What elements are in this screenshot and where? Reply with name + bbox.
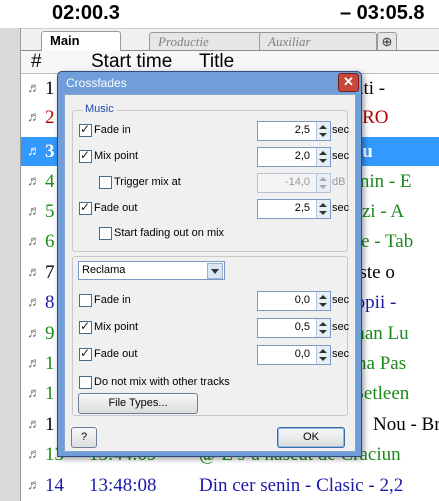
trigger-mix-unit: dB: [332, 176, 346, 188]
music-mix-point-value: 2,0: [294, 150, 310, 162]
category-mix-point-stepper[interactable]: 0,5: [257, 318, 331, 338]
row-number: 1: [45, 78, 55, 99]
music-note-icon: ♬: [27, 417, 41, 432]
category-fade-in-stepper[interactable]: 0,0: [257, 291, 331, 311]
category-fade-out-value: 0,0: [294, 348, 310, 360]
category-fade-out-stepper[interactable]: 0,0: [257, 345, 331, 365]
music-fade-out-stepper[interactable]: 2,5: [257, 199, 331, 219]
music-note-icon: ♬: [27, 356, 41, 371]
trigger-mix-value: -14,0: [284, 176, 310, 188]
left-strip: [0, 28, 21, 501]
tab-productie[interactable]: Productie: [149, 32, 267, 50]
music-group: Music Fade in 2,5 sec Mix point 2,0 sec …: [72, 103, 350, 252]
tab-main[interactable]: Main: [41, 31, 121, 51]
category-mix-point-unit: sec: [332, 321, 350, 333]
music-note-icon: ♬: [27, 144, 41, 159]
music-fade-in-stepper[interactable]: 2,5: [257, 121, 331, 141]
row-number: 4: [45, 171, 55, 192]
elapsed-time: 02:00.3: [52, 2, 120, 24]
trigger-mix-label: Trigger mix at: [114, 176, 181, 188]
row-number: 6: [45, 231, 55, 252]
time-bar: 02:00.3 – 03:05.8: [0, 0, 439, 29]
row-title: Nou - Br: [373, 414, 439, 435]
trigger-mix-stepper[interactable]: -14,0: [257, 173, 331, 193]
row-number: 9: [45, 323, 55, 344]
tab-bar: Main Productie Auxiliar ⊕: [21, 30, 439, 51]
music-fade-in-value: 2,5: [294, 124, 310, 136]
music-mix-point-stepper[interactable]: 2,0: [257, 147, 331, 167]
col-header-title[interactable]: Title: [199, 51, 234, 73]
category-mix-point-value: 0,5: [294, 321, 310, 333]
row-number: 1: [45, 383, 55, 404]
music-note-icon: ♬: [27, 447, 41, 462]
row-number: 1: [45, 353, 55, 374]
music-group-label: Music: [83, 103, 116, 115]
music-mix-point-checkbox[interactable]: [79, 148, 92, 163]
remaining-time: – 03:05.8: [340, 2, 425, 24]
music-fade-out-value: 2,5: [294, 202, 310, 214]
tab-auxiliar[interactable]: Auxiliar: [259, 32, 377, 50]
music-fade-in-label: Fade in: [94, 124, 131, 136]
chevron-down-icon[interactable]: [207, 263, 223, 279]
table-row[interactable]: ♬ 14 13:48:08 Din cer senin - Clasic - 2,2: [21, 471, 439, 500]
row-number: 3: [45, 141, 55, 162]
music-note-icon: ♬: [27, 81, 41, 96]
category-fade-out-checkbox[interactable]: [79, 346, 92, 361]
trigger-mix-checkbox[interactable]: [99, 176, 112, 189]
music-fade-out-label: Fade out: [94, 202, 138, 214]
music-note-icon: ♬: [27, 204, 41, 219]
no-mix-checkbox[interactable]: [79, 376, 92, 389]
help-button[interactable]: ?: [71, 427, 97, 448]
music-mix-point-label: Mix point: [94, 150, 139, 162]
category-fade-out-label: Fade out: [94, 348, 138, 360]
music-note-icon: ♬: [27, 234, 41, 249]
music-note-icon: ♬: [27, 174, 41, 189]
category-fade-out-unit: sec: [332, 348, 350, 360]
row-start-time: 13:48:08: [89, 475, 157, 496]
category-mix-point-label: Mix point: [94, 321, 139, 333]
music-fade-out-checkbox[interactable]: [79, 200, 92, 215]
row-number: 2: [45, 107, 55, 128]
category-group: Reclama Fade in 0,0 sec Mix point 0,5 se…: [72, 256, 350, 416]
music-fade-in-checkbox[interactable]: [79, 122, 92, 137]
category-fade-in-checkbox[interactable]: [79, 294, 92, 307]
row-number: 7: [45, 262, 55, 283]
music-fade-in-unit: sec: [332, 124, 350, 136]
category-mix-point-checkbox[interactable]: [79, 319, 92, 334]
music-mix-point-unit: sec: [332, 150, 350, 162]
music-note-icon: ♬: [27, 295, 41, 310]
row-number: 14: [45, 475, 64, 496]
category-fade-in-label: Fade in: [94, 294, 131, 306]
start-fading-label: Start fading out on mix: [114, 227, 225, 239]
file-types-button[interactable]: File Types...: [78, 393, 198, 414]
crossfades-dialog: Crossfades ✕ Music Fade in 2,5 sec Mix p…: [57, 71, 362, 457]
col-header-start-time[interactable]: Start time: [91, 51, 172, 73]
dialog-title: Crossfades: [66, 76, 127, 90]
music-note-icon: ♬: [27, 110, 41, 125]
music-note-icon: ♬: [27, 326, 41, 341]
music-note-icon: ♬: [27, 386, 41, 401]
music-note-icon: ♬: [27, 265, 41, 280]
no-mix-label: Do not mix with other tracks: [94, 376, 230, 388]
dialog-body: Music Fade in 2,5 sec Mix point 2,0 sec …: [64, 94, 356, 452]
row-number: 8: [45, 292, 55, 313]
col-header-num[interactable]: #: [31, 51, 42, 73]
close-icon[interactable]: ✕: [338, 73, 359, 92]
music-fade-out-unit: sec: [332, 202, 350, 214]
start-fading-checkbox[interactable]: [99, 227, 112, 240]
add-tab-icon[interactable]: ⊕: [377, 32, 397, 50]
row-number: 5: [45, 201, 55, 222]
category-fade-in-value: 0,0: [294, 294, 310, 306]
category-select[interactable]: Reclama: [78, 261, 225, 280]
row-number: 1: [45, 414, 55, 435]
ok-button[interactable]: OK: [277, 427, 345, 448]
category-fade-in-unit: sec: [332, 294, 350, 306]
row-title: Din cer senin - Clasic - 2,2: [199, 475, 404, 496]
category-select-value: Reclama: [82, 264, 126, 276]
music-note-icon: ♬: [27, 478, 41, 493]
